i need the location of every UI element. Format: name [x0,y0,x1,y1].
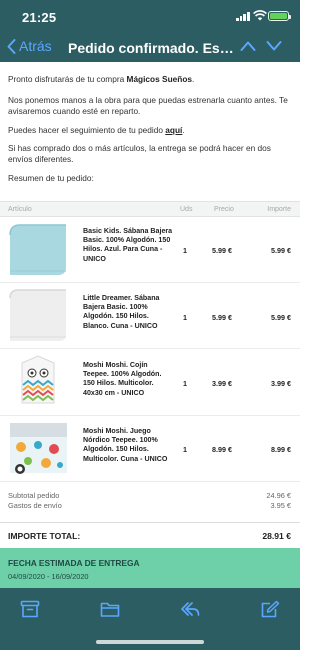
product-price: 3.99 € [212,379,232,388]
delivery-title: FECHA ESTIMADA DE ENTREGA [8,558,140,568]
chevron-left-icon [7,38,16,54]
product-amount: 3.99 € [271,379,291,388]
product-amount: 8.99 € [271,445,291,454]
grand-total: IMPORTE TOTAL: 28.91 € [0,522,300,548]
product-image [8,353,69,411]
back-label: Atrás [19,38,52,54]
brand-name: Mágicos Sueños [126,74,192,84]
subtotal-label: Subtotal pedido [8,491,60,500]
tracking-link[interactable]: aquí [165,125,182,135]
summary-heading: Resumen de tu pedido: [8,173,94,183]
wifi-icon [253,10,267,21]
product-amount: 5.99 € [271,313,291,322]
shipping-value: 3.95 € [270,501,291,510]
nav-bar: Atrás Pedido confirmado. Eso es perfecto [0,36,300,60]
product-amount: 5.99 € [271,246,291,255]
table-row[interactable]: Moshi Moshi. Cojín Teepee. 100% Algodón.… [0,349,300,416]
table-row[interactable]: Moshi Moshi. Juego Nórdico Teepee. 100% … [0,416,300,482]
product-name: Basic Kids. Sábana Bajera Basic. 100% Al… [83,227,173,263]
table-row[interactable]: Little Dreamer. Sábana Bajera Basic. 100… [0,283,300,349]
signal-icon [236,12,250,21]
tracking-paragraph: Puedes hacer el seguimiento de tu pedido… [0,125,193,136]
shipping-label: Gastos de envío [8,501,62,510]
product-image [8,419,69,477]
product-qty: 1 [183,246,187,255]
product-qty: 1 [183,313,187,322]
product-qty: 1 [183,379,187,388]
status-time: 21:25 [22,10,57,25]
product-image [8,286,69,344]
tracking-suffix: . [182,125,185,135]
product-qty: 1 [183,445,187,454]
header-amount: Importe [267,206,291,213]
archive-icon[interactable] [20,600,40,618]
header-price: Precio [214,206,234,213]
shipping-paragraph: Si has comprado dos o más artículos, la … [8,143,271,164]
table-row[interactable]: Basic Kids. Sábana Bajera Basic. 100% Al… [0,217,300,283]
product-image [8,221,69,279]
header-article: Artículo [8,206,32,213]
message-subject: Pedido confirmado. Eso es perfecto [68,40,238,56]
product-name: Little Dreamer. Sábana Bajera Basic. 100… [83,294,160,330]
delivery-dates: 04/09/2020 - 16/09/2020 [8,572,89,581]
product-name: Moshi Moshi. Cojín Teepee. 100% Algodón.… [83,361,162,397]
tracking-text: Puedes hacer el seguimiento de tu pedido [8,125,166,135]
subtotal-value: 24.96 € [266,491,291,500]
grand-total-label: IMPORTE TOTAL: [8,531,81,541]
home-indicator [96,640,204,644]
intro-suffix: . [192,74,195,84]
top-bar: 21:25 Atrás Pedido confirmado. Eso es pe… [0,0,300,62]
product-name: Moshi Moshi. Juego Nórdico Teepee. 100% … [83,427,168,463]
compose-icon[interactable] [260,600,280,618]
battery-icon [268,11,291,21]
product-price: 5.99 € [212,246,232,255]
work-paragraph: Nos ponemos manos a la obra para que pue… [8,95,288,116]
grand-total-value: 28.91 € [262,531,291,541]
product-price: 8.99 € [212,445,232,454]
back-button[interactable]: Atrás [7,38,52,54]
chevron-up-icon[interactable] [240,40,256,52]
delivery-banner: FECHA ESTIMADA DE ENTREGA 04/09/2020 - 1… [0,548,300,588]
table-header: Artículo Uds Precio Importe [0,201,300,217]
intro-paragraph: Pronto disfrutarás de tu compra Mágicos … [0,74,202,85]
chevron-down-icon[interactable] [266,40,282,52]
product-price: 5.99 € [212,313,232,322]
folder-icon[interactable] [100,600,120,618]
status-bar: 21:25 [0,0,300,32]
reply-icon[interactable] [180,600,200,618]
intro-text: Pronto disfrutarás de tu compra [8,74,127,84]
header-qty: Uds [180,206,193,213]
